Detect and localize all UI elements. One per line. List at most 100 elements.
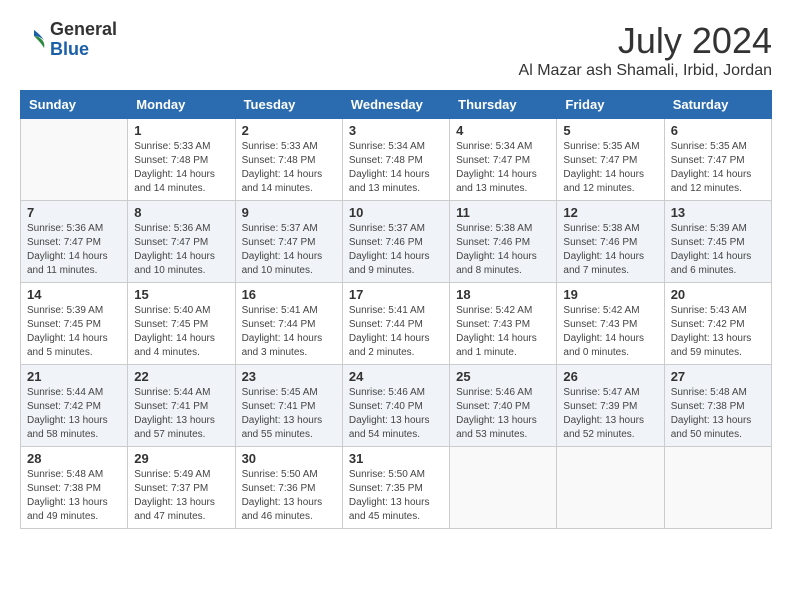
calendar-cell bbox=[450, 447, 557, 529]
day-info: Sunrise: 5:34 AMSunset: 7:47 PMDaylight:… bbox=[456, 140, 550, 196]
calendar-cell: 21 Sunrise: 5:44 AMSunset: 7:42 PMDayligh… bbox=[21, 365, 128, 447]
calendar-cell: 22Sunrise: 5:44 AMSunset: 7:41 PMDayligh… bbox=[128, 365, 235, 447]
day-info: Sunrise: 5:49 AMSunset: 7:37 PMDaylight:… bbox=[134, 468, 228, 524]
day-info: Sunrise: 5:50 AMSunset: 7:35 PMDaylight:… bbox=[349, 468, 443, 524]
day-number: 27 bbox=[671, 369, 765, 384]
day-info: Sunrise: 5:39 AMSunset: 7:45 PMDaylight:… bbox=[671, 222, 765, 278]
calendar-cell: 30Sunrise: 5:50 AMSunset: 7:36 PMDayligh… bbox=[235, 447, 342, 529]
calendar-table: SundayMondayTuesdayWednesdayThursdayFrid… bbox=[20, 90, 772, 529]
logo-text: General Blue bbox=[50, 20, 117, 60]
calendar-week-2: 7 Sunrise: 5:36 AMSunset: 7:47 PMDaylight… bbox=[21, 201, 772, 283]
calendar-cell: 25 Sunrise: 5:46 AMSunset: 7:40 PMDayligh… bbox=[450, 365, 557, 447]
day-info: Sunrise: 5:39 AMSunset: 7:45 PMDaylight:… bbox=[27, 304, 121, 360]
calendar-week-3: 14 Sunrise: 5:39 AMSunset: 7:45 PMDayligh… bbox=[21, 283, 772, 365]
weekday-header-sunday: Sunday bbox=[21, 91, 128, 119]
day-number: 20 bbox=[671, 287, 765, 302]
day-number: 28 bbox=[27, 451, 121, 466]
calendar-cell: 26 Sunrise: 5:47 AMSunset: 7:39 PMDayligh… bbox=[557, 365, 664, 447]
day-info: Sunrise: 5:48 AMSunset: 7:38 PMDaylight:… bbox=[27, 468, 121, 524]
weekday-header-monday: Monday bbox=[128, 91, 235, 119]
calendar-cell: 4 Sunrise: 5:34 AMSunset: 7:47 PMDaylight… bbox=[450, 119, 557, 201]
day-number: 23 bbox=[242, 369, 336, 384]
day-number: 19 bbox=[563, 287, 657, 302]
day-number: 18 bbox=[456, 287, 550, 302]
day-number: 16 bbox=[242, 287, 336, 302]
calendar-cell: 24Sunrise: 5:46 AMSunset: 7:40 PMDayligh… bbox=[342, 365, 449, 447]
calendar-cell bbox=[664, 447, 771, 529]
weekday-row: SundayMondayTuesdayWednesdayThursdayFrid… bbox=[21, 91, 772, 119]
day-info: Sunrise: 5:47 AMSunset: 7:39 PMDaylight:… bbox=[563, 386, 657, 442]
day-number: 31 bbox=[349, 451, 443, 466]
day-number: 7 bbox=[27, 205, 121, 220]
calendar-cell: 12 Sunrise: 5:38 AMSunset: 7:46 PMDayligh… bbox=[557, 201, 664, 283]
calendar-week-1: 1Sunrise: 5:33 AMSunset: 7:48 PMDaylight… bbox=[21, 119, 772, 201]
day-number: 29 bbox=[134, 451, 228, 466]
day-info: Sunrise: 5:42 AMSunset: 7:43 PMDaylight:… bbox=[563, 304, 657, 360]
calendar-cell: 31 Sunrise: 5:50 AMSunset: 7:35 PMDayligh… bbox=[342, 447, 449, 529]
day-number: 21 bbox=[27, 369, 121, 384]
day-number: 6 bbox=[671, 123, 765, 138]
day-number: 4 bbox=[456, 123, 550, 138]
weekday-header-wednesday: Wednesday bbox=[342, 91, 449, 119]
day-info: Sunrise: 5:37 AMSunset: 7:47 PMDaylight:… bbox=[242, 222, 336, 278]
calendar-cell: 19 Sunrise: 5:42 AMSunset: 7:43 PMDayligh… bbox=[557, 283, 664, 365]
weekday-header-thursday: Thursday bbox=[450, 91, 557, 119]
day-number: 13 bbox=[671, 205, 765, 220]
calendar-cell: 9Sunrise: 5:37 AMSunset: 7:47 PMDaylight… bbox=[235, 201, 342, 283]
location-title: Al Mazar ash Shamali, Irbid, Jordan bbox=[519, 62, 772, 80]
calendar-cell bbox=[21, 119, 128, 201]
logo: General Blue bbox=[20, 20, 117, 60]
calendar-cell: 28 Sunrise: 5:48 AMSunset: 7:38 PMDayligh… bbox=[21, 447, 128, 529]
day-info: Sunrise: 5:34 AMSunset: 7:48 PMDaylight:… bbox=[349, 140, 443, 196]
page-header: General Blue July 2024 Al Mazar ash Sham… bbox=[20, 20, 772, 80]
day-number: 2 bbox=[242, 123, 336, 138]
calendar-cell: 7Sunrise: 5:36 AMSunset: 7:47 PMDaylight… bbox=[21, 201, 128, 283]
day-info: Sunrise: 5:36 AMSunset: 7:47 PMDaylight:… bbox=[134, 222, 228, 278]
day-number: 14 bbox=[27, 287, 121, 302]
calendar-cell: 16 Sunrise: 5:41 AMSunset: 7:44 PMDayligh… bbox=[235, 283, 342, 365]
day-info: Sunrise: 5:46 AMSunset: 7:40 PMDaylight:… bbox=[456, 386, 550, 442]
calendar-cell: 17 Sunrise: 5:41 AMSunset: 7:44 PMDayligh… bbox=[342, 283, 449, 365]
day-info: Sunrise: 5:45 AMSunset: 7:41 PMDaylight:… bbox=[242, 386, 336, 442]
title-section: July 2024 Al Mazar ash Shamali, Irbid, J… bbox=[519, 20, 772, 80]
day-info: Sunrise: 5:41 AMSunset: 7:44 PMDaylight:… bbox=[349, 304, 443, 360]
day-number: 22 bbox=[134, 369, 228, 384]
calendar-cell: 11 Sunrise: 5:38 AMSunset: 7:46 PMDayligh… bbox=[450, 201, 557, 283]
logo-blue: Blue bbox=[50, 40, 117, 60]
day-number: 10 bbox=[349, 205, 443, 220]
day-number: 15 bbox=[134, 287, 228, 302]
logo-icon bbox=[20, 26, 48, 54]
day-info: Sunrise: 5:37 AMSunset: 7:46 PMDaylight:… bbox=[349, 222, 443, 278]
day-info: Sunrise: 5:46 AMSunset: 7:40 PMDaylight:… bbox=[349, 386, 443, 442]
day-info: Sunrise: 5:41 AMSunset: 7:44 PMDaylight:… bbox=[242, 304, 336, 360]
calendar-cell: 15Sunrise: 5:40 AMSunset: 7:45 PMDayligh… bbox=[128, 283, 235, 365]
day-number: 1 bbox=[134, 123, 228, 138]
weekday-header-friday: Friday bbox=[557, 91, 664, 119]
day-number: 17 bbox=[349, 287, 443, 302]
day-number: 26 bbox=[563, 369, 657, 384]
calendar-cell: 27Sunrise: 5:48 AMSunset: 7:38 PMDayligh… bbox=[664, 365, 771, 447]
logo-general: General bbox=[50, 20, 117, 40]
weekday-header-tuesday: Tuesday bbox=[235, 91, 342, 119]
calendar-cell: 2Sunrise: 5:33 AMSunset: 7:48 PMDaylight… bbox=[235, 119, 342, 201]
calendar-cell: 10 Sunrise: 5:37 AMSunset: 7:46 PMDayligh… bbox=[342, 201, 449, 283]
day-info: Sunrise: 5:35 AMSunset: 7:47 PMDaylight:… bbox=[563, 140, 657, 196]
calendar-cell: 13 Sunrise: 5:39 AMSunset: 7:45 PMDayligh… bbox=[664, 201, 771, 283]
day-info: Sunrise: 5:38 AMSunset: 7:46 PMDaylight:… bbox=[563, 222, 657, 278]
calendar-week-4: 21 Sunrise: 5:44 AMSunset: 7:42 PMDayligh… bbox=[21, 365, 772, 447]
calendar-cell: 23 Sunrise: 5:45 AMSunset: 7:41 PMDayligh… bbox=[235, 365, 342, 447]
day-number: 25 bbox=[456, 369, 550, 384]
calendar-body: 1Sunrise: 5:33 AMSunset: 7:48 PMDaylight… bbox=[21, 119, 772, 529]
day-number: 11 bbox=[456, 205, 550, 220]
calendar-cell: 1Sunrise: 5:33 AMSunset: 7:48 PMDaylight… bbox=[128, 119, 235, 201]
calendar-cell: 8Sunrise: 5:36 AMSunset: 7:47 PMDaylight… bbox=[128, 201, 235, 283]
day-info: Sunrise: 5:38 AMSunset: 7:46 PMDaylight:… bbox=[456, 222, 550, 278]
day-info: Sunrise: 5:44 AMSunset: 7:42 PMDaylight:… bbox=[27, 386, 121, 442]
day-number: 12 bbox=[563, 205, 657, 220]
day-info: Sunrise: 5:43 AMSunset: 7:42 PMDaylight:… bbox=[671, 304, 765, 360]
calendar-header: SundayMondayTuesdayWednesdayThursdayFrid… bbox=[21, 91, 772, 119]
calendar-cell: 6Sunrise: 5:35 AMSunset: 7:47 PMDaylight… bbox=[664, 119, 771, 201]
day-number: 5 bbox=[563, 123, 657, 138]
month-title: July 2024 bbox=[519, 20, 772, 62]
calendar-cell: 14 Sunrise: 5:39 AMSunset: 7:45 PMDayligh… bbox=[21, 283, 128, 365]
